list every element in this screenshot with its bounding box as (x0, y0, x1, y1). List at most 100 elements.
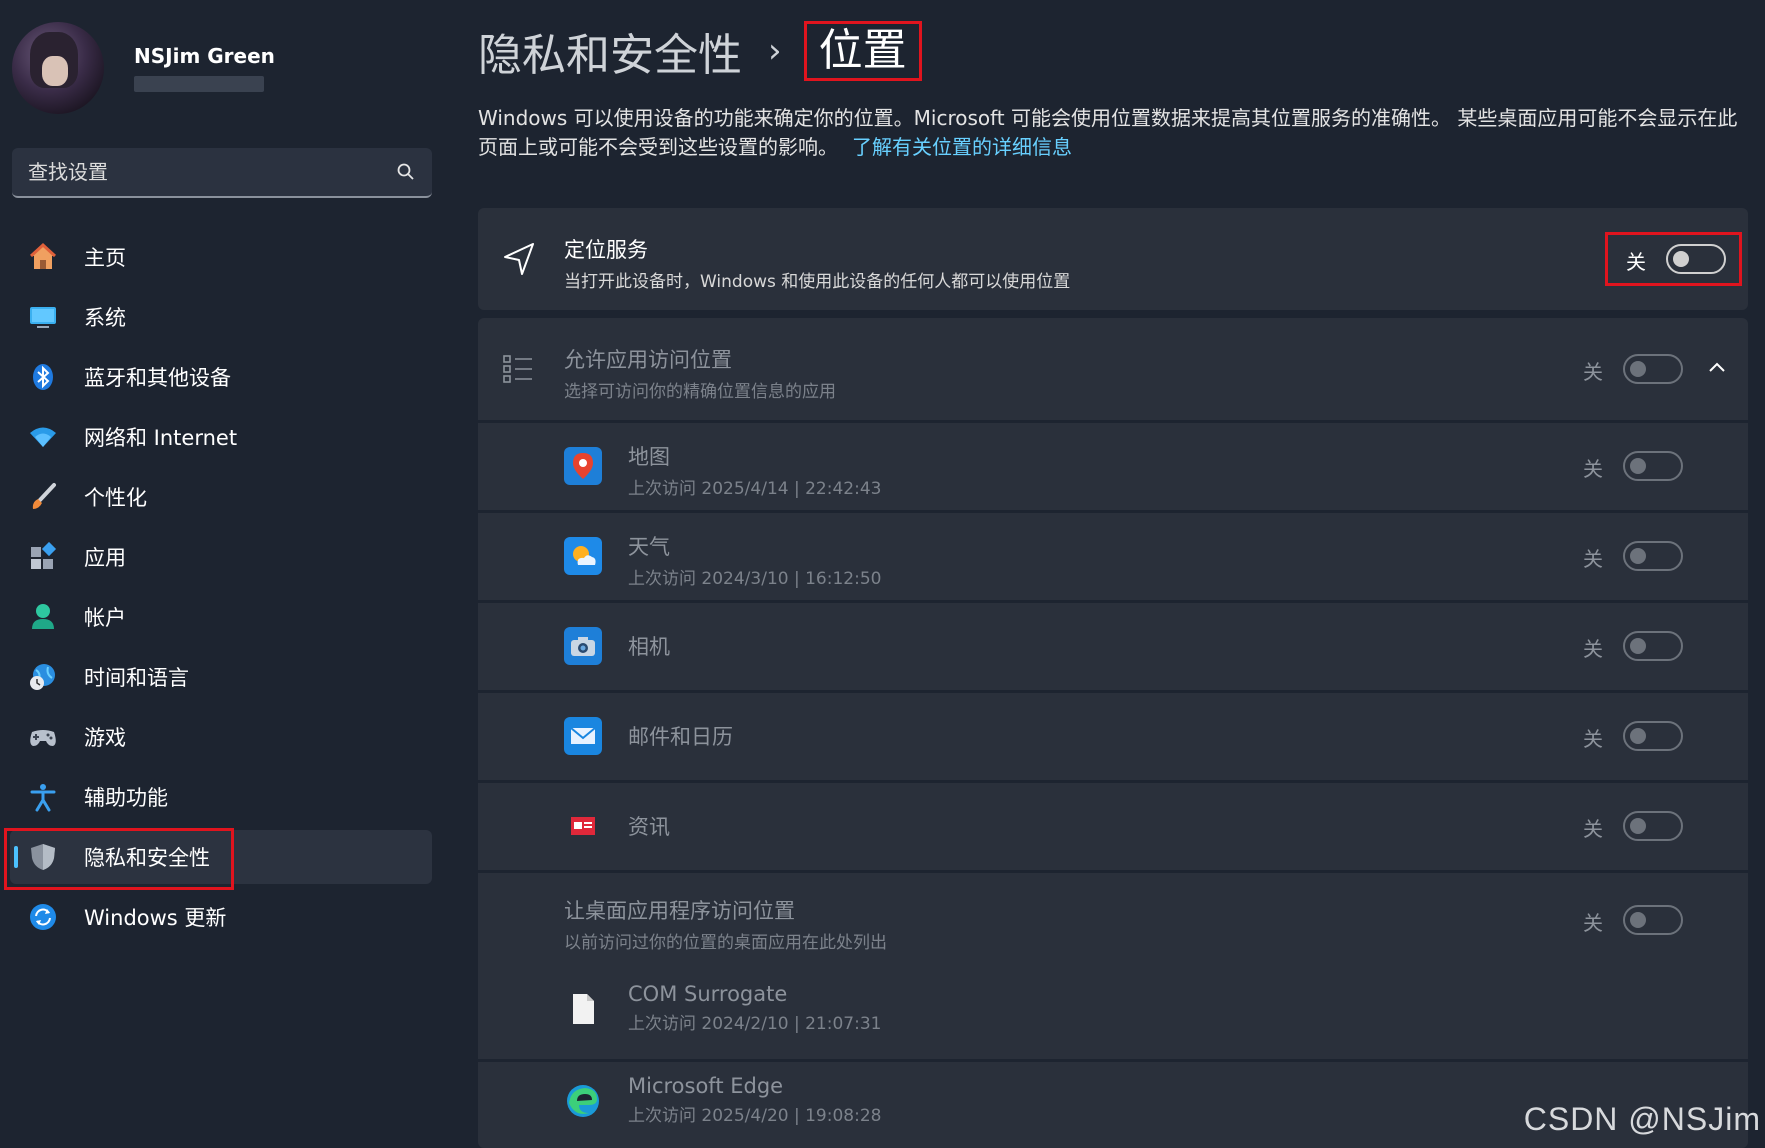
app-toggle-mail[interactable] (1623, 721, 1683, 751)
weather-icon (564, 537, 602, 575)
sidebar-item-bluetooth[interactable]: 蓝牙和其他设备 (10, 350, 432, 404)
sidebar-item-system[interactable]: 系统 (10, 290, 432, 344)
app-row-maps: 地图 上次访问 2025/4/14 | 22:42:43 关 (478, 423, 1748, 510)
avatar[interactable] (12, 22, 104, 114)
navigation-arrow-icon (504, 243, 534, 275)
watermark: CSDN @NSJim (1523, 1101, 1761, 1137)
page-title: 位置 (803, 21, 922, 81)
app-state: 关 (1583, 727, 1603, 751)
app-state: 关 (1583, 637, 1603, 661)
app-last-access: 上次访问 2024/2/10 | 21:07:31 (628, 1014, 882, 1034)
app-toggle-camera[interactable] (1623, 631, 1683, 661)
page-description: Windows 可以使用设备的功能来确定你的位置。Microsoft 可能会使用… (478, 104, 1748, 162)
sidebar-item-label: 帐户 (84, 606, 126, 630)
app-row-mail: 邮件和日历 关 (478, 693, 1748, 780)
location-service-row: 定位服务 当打开此设备时，Windows 和使用此设备的任何人都可以使用位置 关 (478, 208, 1748, 310)
sidebar-item-accounts[interactable]: 帐户 (10, 590, 432, 644)
app-name: 天气 (628, 535, 670, 559)
app-access-title: 允许应用访问位置 (564, 348, 732, 372)
file-icon (564, 990, 602, 1028)
app-toggle-weather[interactable] (1623, 541, 1683, 571)
sidebar: NSJim Green 主页 系统 (0, 0, 450, 1148)
location-service-title: 定位服务 (564, 238, 648, 262)
desktop-app-row: COM Surrogate 上次访问 2024/2/10 | 21:07:31 (478, 968, 1748, 1055)
sidebar-item-network[interactable]: 网络和 Internet (10, 410, 432, 464)
mail-icon (564, 717, 602, 755)
app-access-card: 允许应用访问位置 选择可访问你的精确位置信息的应用 关 地图 上次访问 2025… (478, 318, 1748, 1148)
sidebar-item-label: 隐私和安全性 (84, 846, 210, 870)
location-service-toggle[interactable] (1666, 244, 1726, 274)
app-access-toggle[interactable] (1623, 354, 1683, 384)
profile-name: NSJim Green (134, 44, 275, 68)
sidebar-item-home[interactable]: 主页 (10, 230, 432, 284)
learn-more-link[interactable]: 了解有关位置的详细信息 (852, 135, 1072, 159)
app-toggle-news[interactable] (1623, 811, 1683, 841)
camera-icon (564, 627, 602, 665)
account-icon (32, 604, 54, 629)
sidebar-item-label: 辅助功能 (84, 786, 168, 810)
breadcrumb: 隐私和安全性 › 位置 (478, 18, 922, 84)
app-row-camera: 相机 关 (478, 603, 1748, 690)
user-profile[interactable]: NSJim Green (12, 22, 275, 114)
breadcrumb-parent[interactable]: 隐私和安全性 (478, 19, 742, 83)
sidebar-item-label: 主页 (84, 246, 126, 270)
bluetooth-icon (33, 364, 53, 390)
breadcrumb-separator: › (768, 31, 782, 71)
app-name: 邮件和日历 (628, 725, 733, 749)
profile-email-redacted (134, 76, 264, 92)
app-row-news: 资讯 关 (478, 783, 1748, 870)
app-row-weather: 天气 上次访问 2024/3/10 | 16:12:50 关 (478, 513, 1748, 600)
sidebar-item-time-language[interactable]: 时间和语言 (10, 650, 432, 704)
maps-icon (564, 447, 602, 485)
sidebar-item-accessibility[interactable]: 辅助功能 (10, 770, 432, 824)
sidebar-item-label: Windows 更新 (84, 906, 227, 930)
app-last-access: 上次访问 2025/4/14 | 22:42:43 (628, 479, 882, 499)
app-state: 关 (1583, 817, 1603, 841)
sidebar-nav: 主页 系统 蓝牙和其他设备 网络和 Internet 个性化 应用 帐户 时间和… (0, 230, 450, 950)
desktop-access-toggle[interactable] (1623, 905, 1683, 935)
sidebar-item-personalization[interactable]: 个性化 (10, 470, 432, 524)
app-name: 资讯 (628, 815, 670, 839)
sidebar-item-windows-update[interactable]: Windows 更新 (10, 890, 432, 944)
shield-icon (31, 844, 55, 870)
app-access-header[interactable]: 允许应用访问位置 选择可访问你的精确位置信息的应用 关 (478, 318, 1748, 420)
location-service-subtitle: 当打开此设备时，Windows 和使用此设备的任何人都可以使用位置 (564, 272, 1071, 292)
accessibility-icon (30, 784, 56, 812)
description-text: Windows 可以使用设备的功能来确定你的位置。Microsoft 可能会使用… (478, 106, 1738, 159)
desktop-access-state: 关 (1583, 911, 1603, 935)
app-state: 关 (1583, 457, 1603, 481)
location-service-state: 关 (1626, 250, 1646, 274)
chevron-up-icon[interactable] (1705, 356, 1729, 380)
sidebar-item-label: 游戏 (84, 726, 126, 750)
desktop-access-row: 让桌面应用程序访问位置 以前访问过你的位置的桌面应用在此处列出 关 (478, 873, 1748, 968)
apps-icon (31, 542, 57, 569)
wifi-icon (30, 427, 56, 447)
location-service-card: 定位服务 当打开此设备时，Windows 和使用此设备的任何人都可以使用位置 关 (478, 208, 1748, 310)
sidebar-item-label: 蓝牙和其他设备 (84, 366, 231, 390)
app-state: 关 (1583, 547, 1603, 571)
update-icon (30, 904, 56, 930)
app-access-subtitle: 选择可访问你的精确位置信息的应用 (564, 382, 836, 402)
sidebar-item-label: 系统 (84, 306, 126, 330)
app-name: Microsoft Edge (628, 1074, 784, 1098)
search-box (12, 148, 432, 198)
sidebar-item-privacy-security[interactable]: 隐私和安全性 (10, 830, 432, 884)
edge-icon (564, 1082, 602, 1120)
gamepad-icon (30, 730, 56, 746)
app-toggle-maps[interactable] (1623, 451, 1683, 481)
monitor-icon (30, 307, 56, 328)
sidebar-item-label: 个性化 (84, 486, 147, 510)
app-last-access: 上次访问 2024/3/10 | 16:12:50 (628, 569, 882, 589)
list-icon (503, 355, 532, 383)
sidebar-item-apps[interactable]: 应用 (10, 530, 432, 584)
sidebar-item-label: 网络和 Internet (84, 426, 238, 450)
sidebar-item-label: 应用 (84, 546, 126, 570)
search-input[interactable] (28, 160, 396, 184)
sidebar-item-gaming[interactable]: 游戏 (10, 710, 432, 764)
sidebar-item-label: 时间和语言 (84, 666, 189, 690)
desktop-access-subtitle: 以前访问过你的位置的桌面应用在此处列出 (564, 933, 887, 953)
search-icon[interactable] (396, 162, 416, 182)
desktop-access-title: 让桌面应用程序访问位置 (564, 899, 795, 923)
app-access-state: 关 (1583, 360, 1603, 384)
globe-clock-icon (30, 664, 55, 690)
